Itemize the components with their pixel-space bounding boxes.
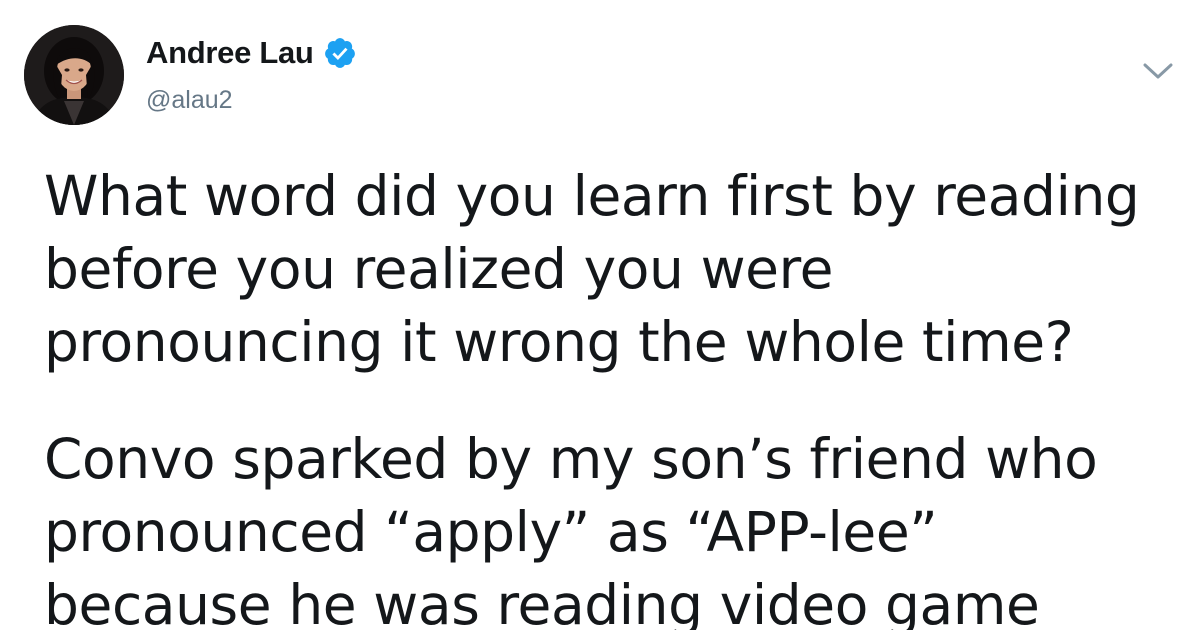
tweet-line: What word did you learn first by reading <box>44 164 1140 228</box>
tweet-paragraph: Convo sparked by my son’s friend who pro… <box>44 423 1184 630</box>
tweet-card: Andree Lau @alau2 What word did you lear… <box>0 0 1200 630</box>
tweet-line: Convo sparked by my son’s friend who <box>44 427 1098 491</box>
tweet-line: pronounced “apply” as “APP-lee” <box>44 500 938 564</box>
avatar-photo <box>24 25 124 125</box>
chevron-down-icon[interactable] <box>1140 58 1176 84</box>
tweet-line: because he was reading video game <box>44 573 1040 630</box>
user-handle[interactable]: @alau2 <box>146 86 233 115</box>
avatar[interactable] <box>24 25 124 125</box>
tweet-paragraph: What word did you learn first by reading… <box>44 160 1184 379</box>
name-row: Andree Lau <box>146 33 357 73</box>
display-name[interactable]: Andree Lau <box>146 35 314 71</box>
verified-badge-icon <box>323 36 357 70</box>
tweet-text: What word did you learn first by reading… <box>44 160 1184 630</box>
tweet-line: before you realized you were <box>44 237 834 301</box>
tweet-line: pronouncing it wrong the whole time? <box>44 310 1074 374</box>
